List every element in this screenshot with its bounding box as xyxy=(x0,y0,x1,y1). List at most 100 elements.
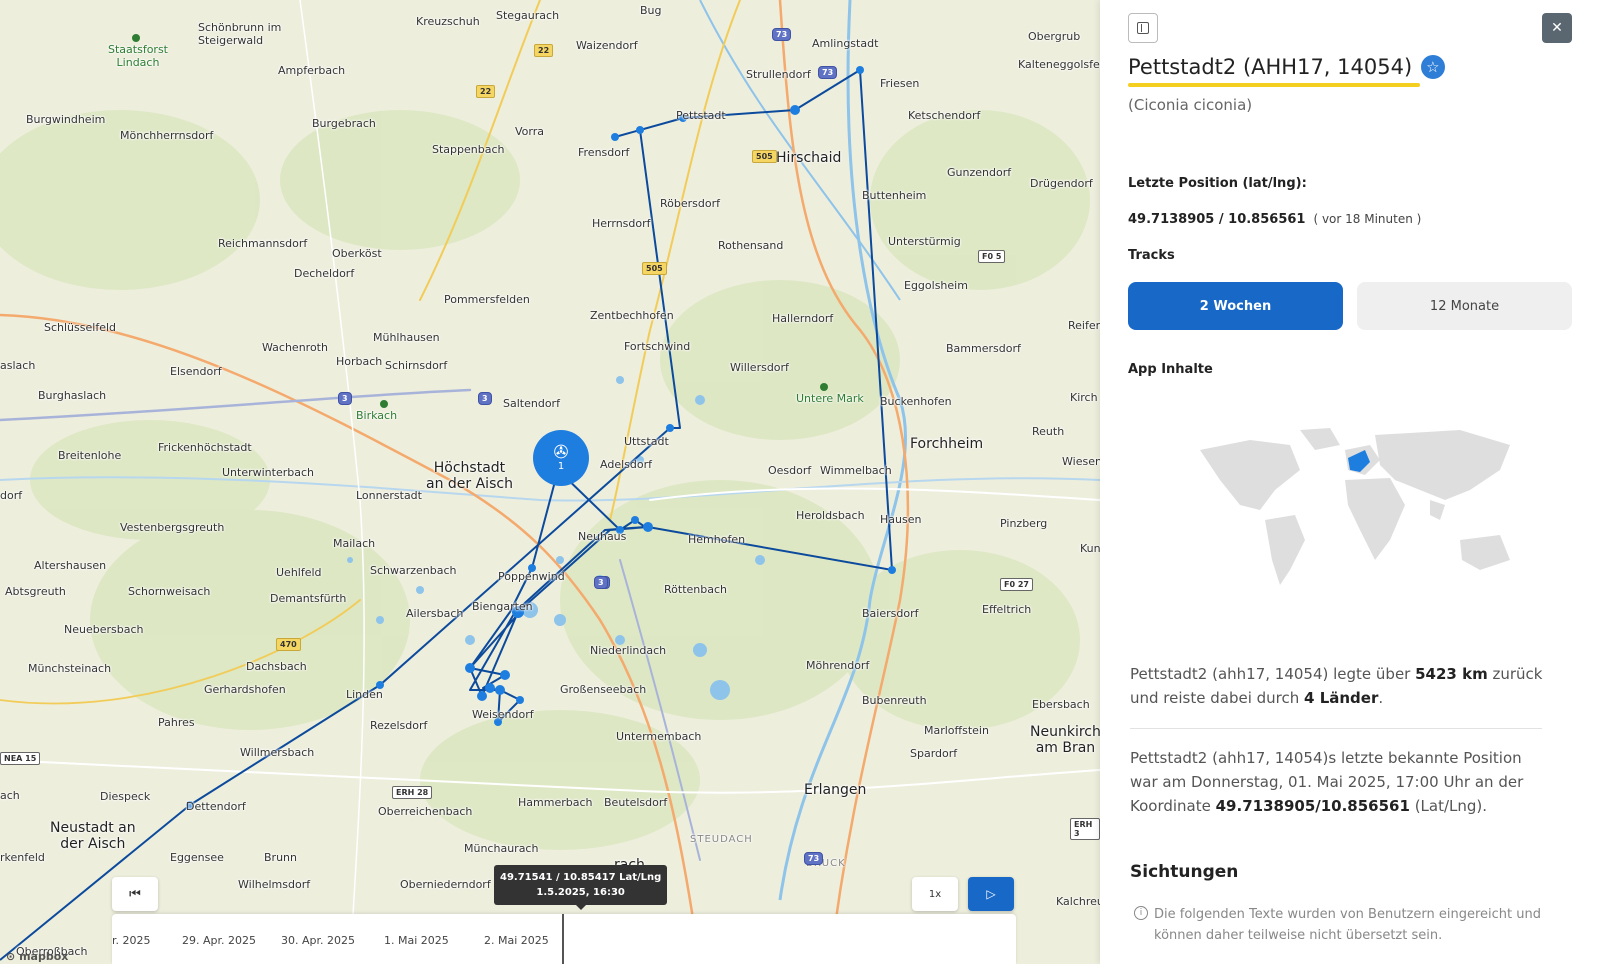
place-label: Pahres xyxy=(158,716,195,729)
place-label: Hausen xyxy=(880,513,922,526)
sidebar-icon xyxy=(1137,22,1149,34)
place-label: Röbersdorf xyxy=(660,197,720,210)
tree-icon xyxy=(820,383,828,391)
place-label: Rezelsdorf xyxy=(370,719,428,732)
place-label: Schornweisach xyxy=(128,585,211,598)
place-label: Friesen xyxy=(880,77,920,90)
title-highlight xyxy=(1128,83,1420,87)
place-label: Kalteneggolsfeld xyxy=(1018,58,1100,71)
place-label: Frickenhöchstadt xyxy=(158,441,252,454)
place-label: Stappenbach xyxy=(432,143,505,156)
road-shield: NEA 15 xyxy=(0,752,41,765)
tree-icon xyxy=(132,34,140,42)
tab-12-months[interactable]: 12 Monate xyxy=(1357,282,1572,330)
place-label: Hemhofen xyxy=(688,533,746,546)
road-shield: 73 xyxy=(818,66,838,79)
place-label: Münchaurach xyxy=(464,842,539,855)
place-label: Reichmannsdorf xyxy=(218,237,308,250)
place-label: Breitenlohe xyxy=(58,449,122,462)
timeline-tick: 1. Mai 2025 xyxy=(384,934,449,947)
road-shield: 22 xyxy=(534,44,554,57)
place-label: Unterwinterbach xyxy=(222,466,314,479)
place-label: Herrnsdorf xyxy=(592,217,651,230)
tracks-label: Tracks xyxy=(1128,248,1175,263)
place-label: Ketschendorf xyxy=(908,109,981,122)
favorite-star-icon[interactable]: ☆ xyxy=(1420,55,1445,79)
place-label: Weisendorf xyxy=(472,708,534,721)
map[interactable]: Schönbrunn im Steigerwald Kreuzschuh Stega… xyxy=(0,0,1100,964)
city-label: Neustadt an der Aisch xyxy=(50,820,136,853)
last-position-value: 49.7138905 / 10.856561 ( vor 18 Minuten ) xyxy=(1128,212,1421,227)
place-label: Schirnsdorf xyxy=(385,359,448,372)
place-label: Willersdorf xyxy=(730,361,789,374)
place-label: Röttenbach xyxy=(664,583,727,596)
place-label: Adelsdorf xyxy=(600,458,652,471)
place-label: Rothensand xyxy=(718,239,784,252)
timeline[interactable]: r. 2025 29. Apr. 2025 30. Apr. 2025 1. M… xyxy=(112,914,1016,964)
toggle-sidebar-button[interactable] xyxy=(1128,13,1158,43)
close-button[interactable]: ✕ xyxy=(1542,13,1572,43)
place-label: Heroldsbach xyxy=(796,509,865,522)
place-label: Spardorf xyxy=(910,747,958,760)
place-label: Fortschwind xyxy=(624,340,691,353)
forest-label: Untere Mark xyxy=(796,392,864,405)
road-shield: 73 xyxy=(804,852,824,865)
place-label: Wilhelmsdorf xyxy=(238,878,311,891)
tooltip-coords: 49.71541 / 10.85417 Lat/Lng xyxy=(500,872,662,883)
road-shield: 470 xyxy=(276,638,301,651)
place-label: Elsendorf xyxy=(170,365,222,378)
road-shield: 3 xyxy=(338,392,352,405)
place-label: Mönchherrnsdorf xyxy=(120,129,214,142)
city-label: Neunkirch am Bran xyxy=(1030,724,1100,757)
place-label: Oberköst xyxy=(332,247,382,260)
place-label: Eggensee xyxy=(170,851,224,864)
place-label: Waizendorf xyxy=(576,39,638,52)
current-position-marker[interactable]: ✇ 1 xyxy=(533,430,589,486)
tree-icon xyxy=(380,400,388,408)
last-position-label: Letzte Position (lat/lng): xyxy=(1128,176,1307,191)
place-label: Schwarzenbach xyxy=(370,564,457,577)
place-label: Untermembach xyxy=(616,730,702,743)
place-label: Hammerbach xyxy=(518,796,593,809)
place-label: Kun xyxy=(1080,542,1100,555)
speed-label: 1x xyxy=(928,888,942,900)
place-label: Mühlhausen xyxy=(373,331,440,344)
place-label: Dettendorf xyxy=(186,800,246,813)
place-label: Amlingstadt xyxy=(812,37,879,50)
place-label: Schlüsselfeld xyxy=(44,321,116,334)
place-label: Linden xyxy=(346,688,383,701)
road-shield: 3 xyxy=(478,392,492,405)
city-label: Forchheim xyxy=(910,436,984,452)
place-label: Großenseebach xyxy=(560,683,647,696)
place-label: Neuebersbach xyxy=(64,623,144,636)
place-label: Wiesen xyxy=(1062,455,1100,468)
road-shield: F0 27 xyxy=(1000,578,1033,591)
sightings-disclaimer: Die folgenden Texte wurden von Benutzern… xyxy=(1154,907,1541,943)
position-tooltip: 49.71541 / 10.85417 Lat/Lng 1.5.2025, 16… xyxy=(494,865,668,910)
road-shield: ERH 28 xyxy=(392,786,433,799)
tab-2-weeks[interactable]: 2 Wochen xyxy=(1128,282,1343,330)
place-label: Gunzendorf xyxy=(947,166,1012,179)
place-label: Burgebrach xyxy=(312,117,376,130)
timeline-tick: 30. Apr. 2025 xyxy=(281,934,355,947)
play-button[interactable]: ▷ xyxy=(968,877,1014,911)
place-label: Strullendorf xyxy=(746,68,811,81)
place-label: Hallerndorf xyxy=(772,312,834,325)
world-map xyxy=(1200,428,1510,585)
place-label: Zentbechhofen xyxy=(590,309,674,322)
place-label: Vorra xyxy=(515,125,544,138)
place-label: Buttenheim xyxy=(862,189,927,202)
skip-to-start-button[interactable]: ⏮ xyxy=(112,877,158,911)
place-label: Burgwindheim xyxy=(26,113,106,126)
road-shield: 73 xyxy=(772,28,792,41)
place-label: Ailersbach xyxy=(406,607,464,620)
place-label: Unterstürmig xyxy=(888,235,961,248)
info-icon: i xyxy=(1134,906,1148,920)
place-label: Willmersbach xyxy=(240,746,315,759)
place-label: Drügendorf xyxy=(1030,177,1093,190)
place-label: Wachenroth xyxy=(262,341,328,354)
speed-button[interactable]: 1x xyxy=(912,877,958,911)
timeline-cursor[interactable] xyxy=(562,914,564,964)
city-label: Höchstadt an der Aisch xyxy=(426,460,513,493)
place-label: dorf xyxy=(0,489,23,502)
